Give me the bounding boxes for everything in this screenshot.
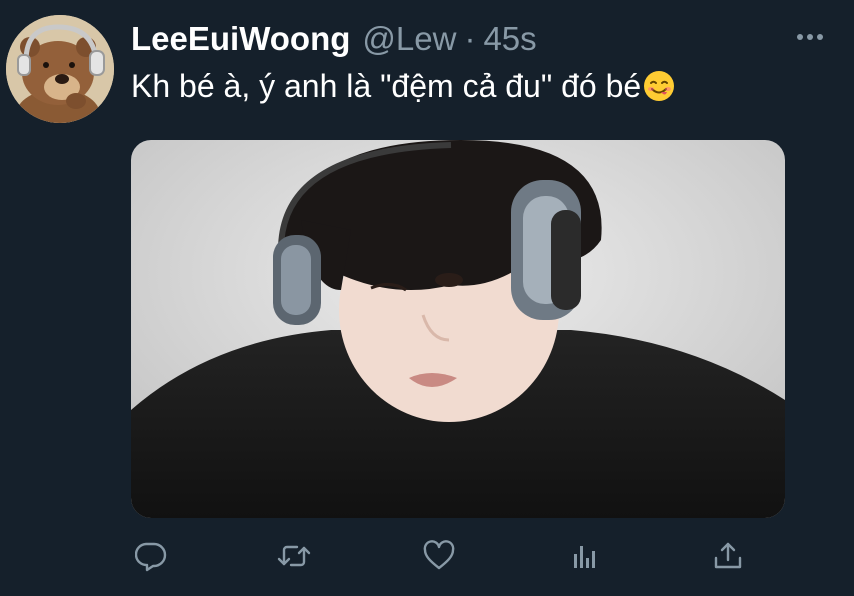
timestamp[interactable]: 45s	[483, 20, 536, 58]
display-name[interactable]: LeeEuiWoong	[131, 20, 350, 58]
reply-icon	[135, 542, 167, 572]
tweet-media-photo[interactable]	[131, 140, 785, 518]
tweet-actions	[131, 536, 751, 576]
tweet-text: Kh bé à, ý anh là "đệm cả đu" đó bé	[131, 68, 675, 105]
avatar[interactable]	[6, 15, 114, 123]
heart-icon	[423, 540, 455, 570]
tweet-text-content: Kh bé à, ý anh là "đệm cả đu" đó bé	[131, 68, 642, 104]
handle[interactable]: @Lew	[362, 20, 456, 58]
more-options-button[interactable]	[794, 22, 826, 52]
tweet-header: LeeEuiWoong @Lew · 45s	[131, 18, 537, 60]
more-horizontal-icon	[797, 34, 823, 40]
share-icon	[714, 542, 742, 569]
like-button[interactable]	[419, 536, 459, 576]
retweet-icon	[277, 545, 311, 567]
analytics-button[interactable]	[565, 536, 605, 576]
separator-dot: ·	[464, 20, 476, 57]
retweet-button[interactable]	[274, 536, 314, 576]
analytics-icon	[574, 546, 595, 568]
tweet[interactable]: LeeEuiWoong @Lew · 45s Kh bé à, ý anh là…	[0, 0, 854, 596]
face-savoring-food-emoji	[644, 71, 675, 101]
reply-button[interactable]	[131, 536, 171, 576]
share-button[interactable]	[708, 536, 748, 576]
